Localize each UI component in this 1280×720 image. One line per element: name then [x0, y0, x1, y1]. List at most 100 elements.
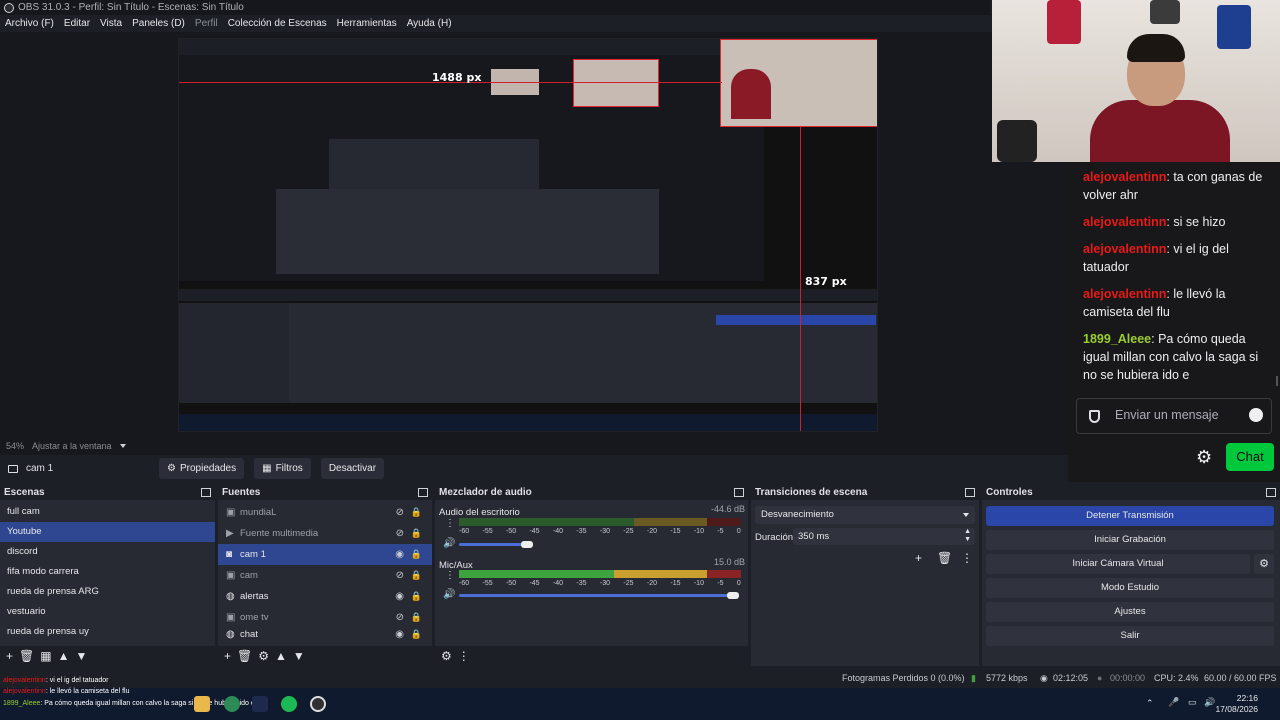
lock-icon[interactable]: 🔒 [411, 586, 422, 607]
add-icon[interactable]: + [224, 650, 231, 662]
menu-archivo[interactable]: Archivo (F) [0, 15, 59, 32]
source-item-active[interactable]: ◙ cam 1 ◉ 🔒 [218, 544, 432, 565]
source-item[interactable]: ◍ alertas ◉ 🔒 [218, 586, 432, 607]
kebab-icon[interactable]: ⋮ [458, 650, 470, 662]
network-icon[interactable]: ▭ [1188, 697, 1197, 708]
menu-vista[interactable]: Vista [95, 15, 127, 32]
trash-icon[interactable]: 🗑 [937, 552, 952, 564]
gear-icon[interactable]: ⚙ [441, 650, 452, 662]
mic-icon[interactable]: 🎤 [1168, 697, 1179, 708]
chat-send-button[interactable]: Chat [1226, 443, 1274, 471]
volume-fader[interactable] [459, 594, 733, 597]
undock-icon[interactable] [418, 488, 428, 497]
eye-hidden-icon[interactable]: ⊘ [396, 607, 404, 628]
spinner-icon[interactable]: ▲ ▼ [964, 528, 971, 544]
arrow-down-icon[interactable]: ▼ [75, 650, 87, 662]
volume-fader-knob[interactable] [521, 541, 533, 548]
selection-box[interactable] [720, 39, 877, 127]
scene-item[interactable]: full cam [0, 502, 215, 522]
menu-perfil[interactable]: Perfil [190, 15, 223, 32]
lock-icon[interactable]: 🔒 [411, 628, 422, 640]
source-item[interactable]: ▣ ome tv ⊘ 🔒 [218, 607, 432, 628]
menu-paneles[interactable]: Paneles (D) [127, 15, 190, 32]
spotify-icon[interactable] [281, 696, 297, 712]
menu-herramientas[interactable]: Herramientas [332, 15, 402, 32]
eye-icon[interactable]: ◉ [395, 628, 404, 640]
scene-item-active[interactable]: Youtube [0, 522, 215, 542]
lock-icon[interactable]: 🔒 [411, 607, 422, 628]
source-item[interactable]: ▣ mundiaL ⊘ 🔒 [218, 502, 432, 523]
gear-icon[interactable]: ⚙ [1196, 447, 1212, 468]
menu-editar[interactable]: Editar [59, 15, 95, 32]
trash-icon[interactable]: 🗑 [19, 650, 34, 662]
arrow-up-icon[interactable]: ▲ [58, 650, 70, 662]
scene-item[interactable]: fifa modo carrera [0, 562, 215, 582]
arrow-down-icon[interactable]: ▼ [293, 650, 305, 662]
scene-item[interactable]: rueda de prensa ARG [0, 582, 215, 602]
trash-icon[interactable]: 🗑 [237, 650, 252, 662]
speaker-icon[interactable]: 🔊 [443, 589, 455, 600]
eye-hidden-icon[interactable]: ⊘ [396, 502, 404, 523]
chevron-up-icon[interactable]: ⌃ [1146, 698, 1154, 709]
lock-icon[interactable]: 🔒 [411, 523, 422, 544]
filter-icon[interactable]: ▦ [40, 650, 51, 662]
lock-icon[interactable]: 🔒 [411, 544, 422, 565]
speaker-icon[interactable]: 🔊 [443, 538, 455, 549]
scene-item[interactable]: vestuario [0, 602, 215, 622]
eye-icon[interactable]: ◉ [395, 586, 404, 607]
duration-input[interactable]: 350 ms ▲ ▼ [793, 528, 975, 545]
disable-button[interactable]: Desactivar [320, 458, 385, 479]
volume-fader-knob[interactable] [727, 592, 739, 599]
volume-icon[interactable]: 🔊 [1204, 697, 1215, 708]
start-virtual-camera-button[interactable]: Iniciar Cámara Virtual [986, 554, 1250, 574]
kebab-icon[interactable]: ⋮ [961, 552, 973, 564]
chat-user[interactable]: 1899_Aleee [1083, 332, 1151, 346]
kebab-icon[interactable]: ⋮ [445, 518, 455, 529]
chat-user[interactable]: alejovalentinn [1083, 170, 1166, 184]
properties-button[interactable]: ⚙ Propiedades [159, 458, 245, 479]
preview-canvas[interactable]: 1488 px 837 px [178, 38, 878, 432]
source-item[interactable]: ▣ cam ⊘ 🔒 [218, 565, 432, 586]
fit-window-label[interactable]: Ajustar a la ventana [32, 441, 112, 451]
undock-icon[interactable] [1266, 488, 1276, 497]
exit-button[interactable]: Salir [986, 626, 1274, 646]
eye-icon[interactable]: ◉ [395, 544, 404, 565]
gear-icon[interactable]: ⚙ [1254, 554, 1274, 574]
add-icon[interactable]: + [915, 552, 922, 564]
eye-hidden-icon[interactable]: ⊘ [396, 565, 404, 586]
chevron-down-icon[interactable] [119, 444, 126, 448]
studio-mode-button[interactable]: Modo Estudio [986, 578, 1274, 598]
undock-icon[interactable] [734, 488, 744, 497]
chrome-icon[interactable] [224, 696, 240, 712]
chat-user[interactable]: alejovalentinn [1083, 215, 1166, 229]
kebab-icon[interactable]: ⋮ [445, 570, 455, 581]
undock-icon[interactable] [201, 488, 211, 497]
volume-fader[interactable] [459, 543, 527, 546]
undock-icon[interactable] [965, 488, 975, 497]
gear-icon[interactable]: ⚙ [258, 650, 269, 662]
transition-select[interactable]: Desvanecimiento [755, 506, 975, 524]
obs-icon[interactable] [310, 696, 326, 712]
menu-ayuda[interactable]: Ayuda (H) [402, 15, 457, 32]
folder-icon[interactable] [194, 696, 210, 712]
arrow-up-icon[interactable]: ▲ [275, 650, 287, 662]
menu-coleccion-escenas[interactable]: Colección de Escenas [223, 15, 332, 32]
chat-input[interactable]: Enviar un mensaje [1076, 398, 1272, 434]
source-item[interactable]: ◍ chat ◉ 🔒 [218, 628, 432, 640]
chat-scrollbar[interactable] [1276, 376, 1278, 386]
add-icon[interactable]: + [6, 650, 13, 662]
emote-icon[interactable] [1249, 408, 1263, 422]
filters-button[interactable]: ▦ Filtros [254, 458, 311, 479]
stop-streaming-button[interactable]: Detener Transmisión [986, 506, 1274, 526]
ea-icon[interactable] [252, 696, 268, 712]
scene-item[interactable]: rueda de prensa uy [0, 622, 215, 642]
start-recording-button[interactable]: Iniciar Grabación [986, 530, 1274, 550]
clock[interactable]: 22:16 17/08/2026 [1215, 693, 1258, 715]
settings-button[interactable]: Ajustes [986, 602, 1274, 622]
chat-user[interactable]: alejovalentinn [1083, 287, 1166, 301]
source-item[interactable]: ▶ Fuente multimedia ⊘ 🔒 [218, 523, 432, 544]
eye-hidden-icon[interactable]: ⊘ [396, 523, 404, 544]
scene-item[interactable]: discord [0, 542, 215, 562]
lock-icon[interactable]: 🔒 [411, 502, 422, 523]
chat-user[interactable]: alejovalentinn [1083, 242, 1166, 256]
